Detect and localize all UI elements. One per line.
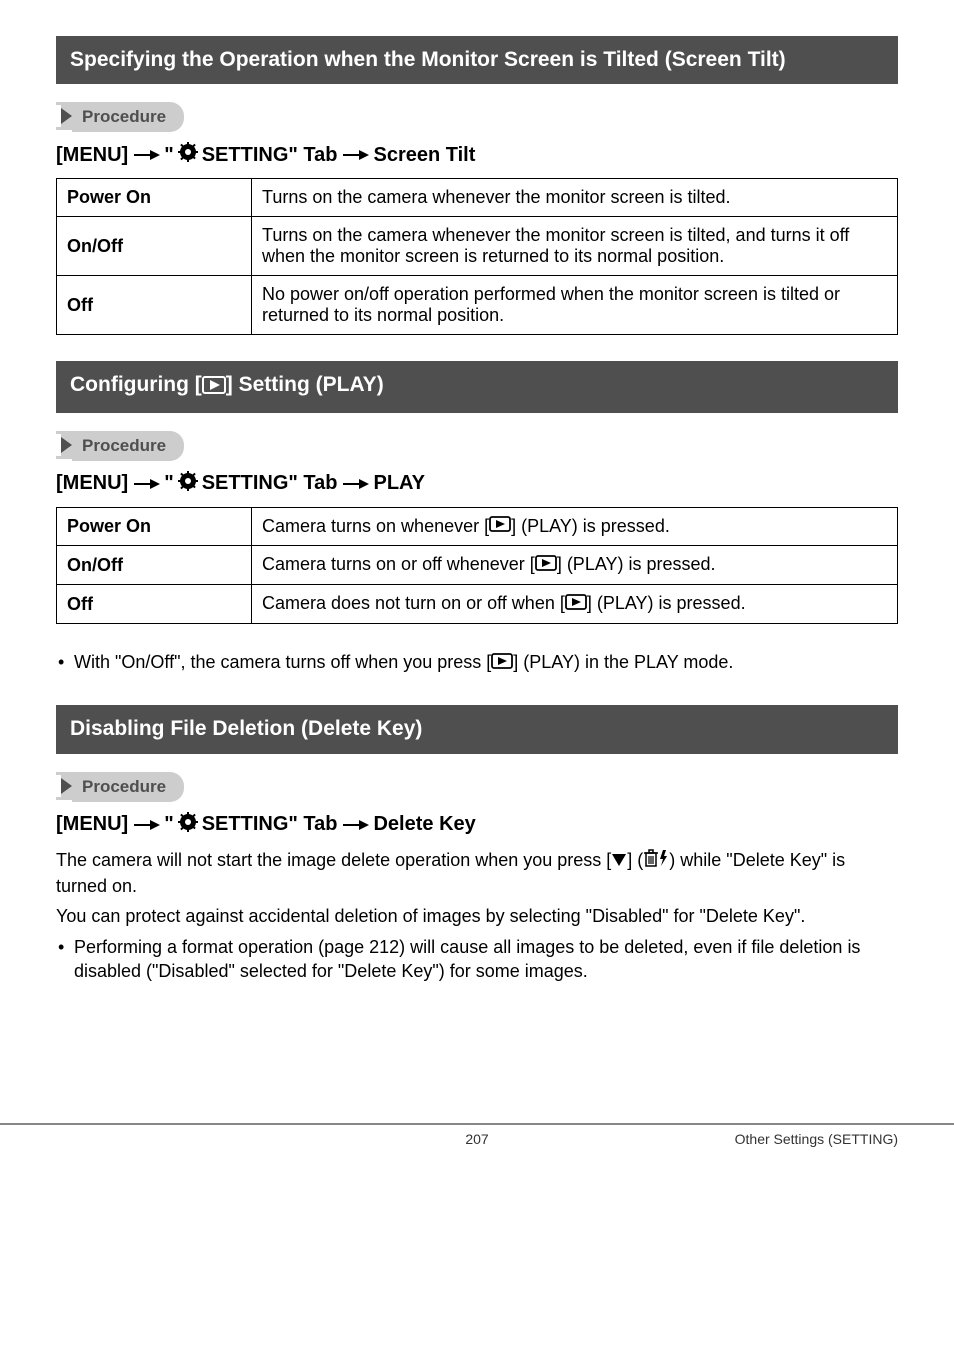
options-table-screen-tilt: Power OnTurns on the camera whenever the… <box>56 178 898 335</box>
option-desc: Camera turns on whenever [] (PLAY) is pr… <box>252 507 898 546</box>
option-desc: Camera turns on or off whenever [] (PLAY… <box>252 546 898 585</box>
page-content: Specifying the Operation when the Monito… <box>0 0 954 983</box>
play-icon <box>202 374 226 402</box>
procedure-label: Procedure <box>56 102 898 132</box>
procedure-text: Procedure <box>72 431 184 461</box>
trash-flash-icon <box>643 848 669 874</box>
body-text: The camera will not start the image dele… <box>56 848 898 899</box>
procedure-text: Procedure <box>72 102 184 132</box>
setting-tab-label-b: SETTING" Tab <box>202 144 338 167</box>
option-desc: Turns on the camera whenever the monitor… <box>252 179 898 217</box>
play-icon <box>489 516 511 537</box>
procedure-label: Procedure <box>56 431 898 461</box>
options-table-play: Power OnCamera turns on whenever [] (PLA… <box>56 507 898 624</box>
arrow-right-icon <box>341 148 369 162</box>
procedure-label: Procedure <box>56 772 898 802</box>
arrow-right-icon <box>132 148 160 162</box>
option-key: On/Off <box>57 546 252 585</box>
section-heading-screen-tilt: Specifying the Operation when the Monito… <box>56 36 898 84</box>
gear-icon <box>178 812 198 838</box>
menu-btn-label: [MENU] <box>56 813 128 836</box>
submenu-label: Delete Key <box>373 813 475 836</box>
submenu-label: PLAY <box>373 472 425 495</box>
option-key: On/Off <box>57 217 252 276</box>
page-footer: 207 Other Settings (SETTING) <box>0 1123 954 1151</box>
menu-btn-label: [MENU] <box>56 144 128 167</box>
procedure-text: Procedure <box>72 772 184 802</box>
option-key: Off <box>57 276 252 335</box>
page-number: 207 <box>465 1131 488 1147</box>
setting-tab-label-a: " <box>164 813 173 836</box>
arrow-right-icon <box>341 477 369 491</box>
gear-icon <box>178 142 198 168</box>
note-item: With "On/Off", the camera turns off when… <box>56 650 898 675</box>
table-row: On/OffCamera turns on or off whenever []… <box>57 546 898 585</box>
menu-path: [MENU] " SETTING" Tab Screen Tilt <box>56 142 898 168</box>
option-key: Power On <box>57 179 252 217</box>
setting-tab-label-b: SETTING" Tab <box>202 472 338 495</box>
option-desc: Turns on the camera whenever the monitor… <box>252 217 898 276</box>
section-heading-delete-key: Disabling File Deletion (Delete Key) <box>56 705 898 753</box>
note-item: Performing a format operation (page 212)… <box>56 935 898 984</box>
table-row: On/OffTurns on the camera whenever the m… <box>57 217 898 276</box>
section-heading-play: Configuring [ ] Setting (PLAY) <box>56 361 898 412</box>
submenu-label: Screen Tilt <box>373 144 475 167</box>
setting-tab-label-a: " <box>164 144 173 167</box>
procedure-arrow-icon <box>56 431 72 459</box>
option-key: Power On <box>57 507 252 546</box>
setting-tab-label-a: " <box>164 472 173 495</box>
play-icon <box>491 651 513 675</box>
title-part-a: Configuring [ <box>70 373 202 396</box>
note-list: With "On/Off", the camera turns off when… <box>56 650 898 675</box>
note-list: Performing a format operation (page 212)… <box>56 935 898 984</box>
play-icon <box>565 594 587 615</box>
gear-icon <box>178 471 198 497</box>
table-row: OffCamera does not turn on or off when [… <box>57 585 898 624</box>
table-row: Power OnCamera turns on whenever [] (PLA… <box>57 507 898 546</box>
footer-section-label: Other Settings (SETTING) <box>735 1131 898 1147</box>
option-desc: Camera does not turn on or off when [] (… <box>252 585 898 624</box>
procedure-arrow-icon <box>56 772 72 800</box>
option-key: Off <box>57 585 252 624</box>
setting-tab-label-b: SETTING" Tab <box>202 813 338 836</box>
arrow-right-icon <box>341 818 369 832</box>
menu-path: [MENU] " SETTING" Tab PLAY <box>56 471 898 497</box>
procedure-arrow-icon <box>56 102 72 130</box>
body-text: You can protect against accidental delet… <box>56 904 898 928</box>
menu-path: [MENU] " SETTING" Tab Delete Key <box>56 812 898 838</box>
menu-btn-label: [MENU] <box>56 472 128 495</box>
arrow-right-icon <box>132 477 160 491</box>
table-row: OffNo power on/off operation performed w… <box>57 276 898 335</box>
play-icon <box>535 555 557 576</box>
option-desc: No power on/off operation performed when… <box>252 276 898 335</box>
down-triangle-icon <box>611 849 627 873</box>
arrow-right-icon <box>132 818 160 832</box>
table-row: Power OnTurns on the camera whenever the… <box>57 179 898 217</box>
title-part-b: ] Setting (PLAY) <box>226 373 384 396</box>
